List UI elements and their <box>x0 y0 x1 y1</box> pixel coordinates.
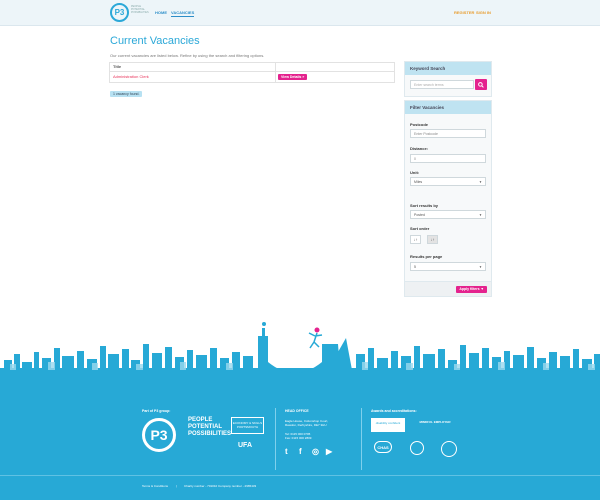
vacancies-table: Title Administration Clerk View Details … <box>109 62 395 83</box>
head-office-address: Eagle House, Cottonshop Court, Rawdon, D… <box>285 419 328 427</box>
register-link[interactable]: REGISTER <box>454 10 474 15</box>
apply-filters-button[interactable]: Apply filters ▼ <box>456 286 487 293</box>
mindful-employer-badge[interactable]: MINDFUL EMPLOYER <box>418 418 452 432</box>
column-divider <box>275 72 276 82</box>
sign-in-link[interactable]: SIGN IN <box>476 10 491 15</box>
twitter-icon[interactable]: t <box>285 447 288 456</box>
p3-tagline: PEOPLE POTENTIAL POSSIBILITIES <box>188 417 231 438</box>
head-office-heading: HEAD OFFICE <box>285 409 309 413</box>
address-line: Rawdon, Derbyshire, DE7 3HU <box>285 423 327 427</box>
ufa-badge[interactable]: UFA <box>231 440 259 452</box>
unit-select-value: Miles <box>414 180 423 184</box>
vacancy-title-link[interactable]: Administration Clerk <box>113 74 149 79</box>
unit-label: Unit: <box>410 170 420 175</box>
fax: Fax: 0115 000 2809 <box>285 436 312 440</box>
economy-skills-badge[interactable]: ECONOMY & SKILLS PORTSMOUTH <box>231 417 264 434</box>
group-heading: Part of P3 group: <box>142 409 171 413</box>
filter-panel: Filter Vacancies Postcode Enter Postcode… <box>404 100 492 297</box>
search-button[interactable] <box>475 79 487 90</box>
chas-badge[interactable]: CHAS <box>374 441 392 453</box>
charity-company-number: Charity number - 701010 Company number -… <box>184 484 257 488</box>
tagline-line: PEOPLE <box>188 417 213 423</box>
column-title: Title <box>113 64 122 69</box>
terms-link[interactable]: Terms & Conditions <box>142 484 168 488</box>
youtube-icon[interactable]: ▶ <box>326 447 332 456</box>
distance-label: Distance: <box>410 146 429 151</box>
tagline-line: POTENTIAL <box>188 424 222 430</box>
awards-heading: Awards and accreditations: <box>371 409 417 413</box>
apply-bar: Apply filters ▼ <box>405 281 491 296</box>
per-page-select[interactable]: 5 ▼ <box>410 262 486 271</box>
intro-text: Our current vacancies are listed below. … <box>110 53 265 58</box>
chevron-down-icon: ▼ <box>479 213 482 217</box>
sort-ascending-button[interactable]: ↓↑ <box>410 235 421 244</box>
keyword-search-input[interactable]: Enter search terms <box>410 80 474 89</box>
view-details-button[interactable]: View Details » <box>278 74 308 80</box>
distance-input[interactable]: 0 <box>410 154 486 163</box>
unit-select[interactable]: Miles ▼ <box>410 177 486 186</box>
search-icon <box>478 82 484 88</box>
instagram-icon[interactable]: ◎ <box>312 447 319 456</box>
results-count-badge: 1 vacancy found. <box>110 91 143 97</box>
postcode-label: Postcode <box>410 122 429 127</box>
disability-confident-badge[interactable]: disability confident <box>371 418 405 432</box>
tagline-line: POSSIBILITIES <box>188 431 232 437</box>
chevron-down-icon: ▼ <box>479 265 482 269</box>
table-header: Title <box>110 63 394 72</box>
per-page-select-value: 5 <box>414 265 416 269</box>
nav-home[interactable]: HOME <box>155 10 167 15</box>
contact-numbers: Tel: 0115 000 0795 Fax: 0115 000 2809 <box>285 432 311 440</box>
top-navbar: P3 PEOPLE POTENTIAL POSSIBILITIES HOME V… <box>0 0 600 26</box>
footer-divider <box>275 408 276 470</box>
page-title: Current Vacancies <box>110 35 200 47</box>
logo-tagline: PEOPLE POTENTIAL POSSIBILITIES <box>131 5 149 14</box>
sort-order-label: Sort order <box>410 226 430 231</box>
facebook-icon[interactable]: f <box>299 447 302 456</box>
table-row: Administration Clerk View Details » <box>110 72 394 82</box>
accreditation-badge[interactable] <box>410 441 424 455</box>
p3-footer-logo[interactable]: P3 <box>142 418 176 452</box>
filter-heading: Filter Vacancies <box>405 101 491 114</box>
nav-vacancies[interactable]: VACANCIES <box>171 10 195 17</box>
p3-logo[interactable]: P3 <box>110 3 129 22</box>
sort-by-label: Sort results by <box>410 203 439 208</box>
accreditation-seal-badge[interactable] <box>441 441 457 457</box>
chevron-down-icon: ▼ <box>479 180 482 184</box>
keyword-search-panel: Keyword Search Enter search terms <box>404 61 492 97</box>
per-page-label: Results per page <box>410 254 443 259</box>
sort-descending-button[interactable]: ↓↑ <box>427 235 438 244</box>
sort-by-select-value: Posted <box>414 213 425 217</box>
legal-separator: | <box>176 484 177 488</box>
postcode-input[interactable]: Enter Postcode <box>410 129 486 138</box>
sort-by-select[interactable]: Posted ▼ <box>410 210 486 219</box>
column-divider <box>275 63 276 71</box>
skyline-illustration <box>0 322 600 384</box>
keyword-search-heading: Keyword Search <box>405 62 491 75</box>
footer <box>0 382 600 500</box>
footer-divider <box>361 408 362 470</box>
footer-divider-line <box>0 475 600 476</box>
